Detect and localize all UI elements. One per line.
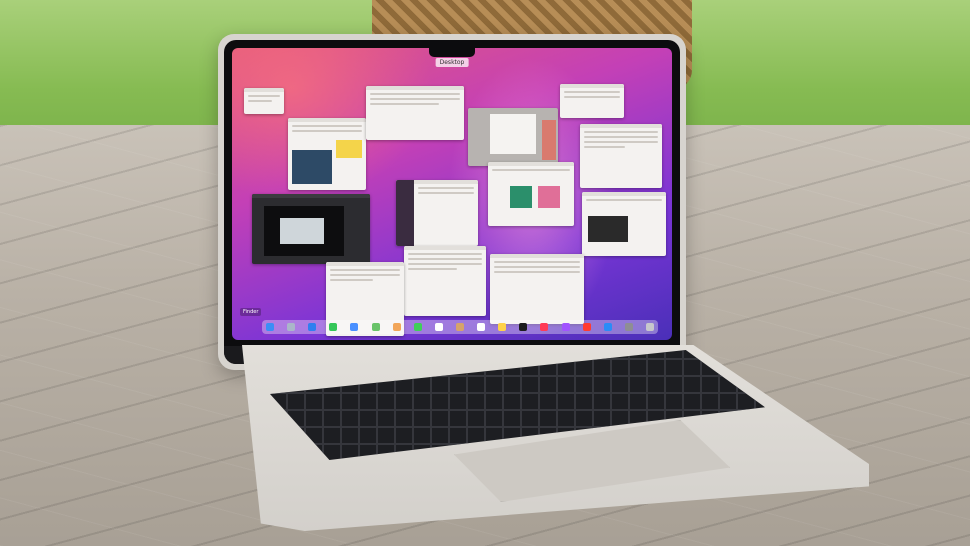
window-thumbnail[interactable] [366,86,464,140]
maps-icon[interactable] [371,323,380,331]
facetime-icon[interactable] [413,323,422,331]
window-thumbnail[interactable] [582,192,666,256]
window-thumbnail[interactable] [244,88,284,114]
window-thumbnail[interactable] [580,124,662,188]
mail-icon[interactable] [350,323,359,331]
finder-label: Finder [240,308,262,316]
camera-notch [429,48,475,57]
finder-icon[interactable] [266,323,274,331]
photos-icon[interactable] [392,323,401,331]
screen-bezel: Desktop Finder [224,40,680,364]
laptop-screen: Desktop Finder [232,48,672,340]
laptop-lid: Desktop Finder [218,34,686,370]
window-thumbnail[interactable] [490,254,584,324]
trash-icon[interactable] [645,323,654,331]
window-thumbnail[interactable] [468,108,558,166]
window-thumbnail[interactable] [404,246,486,316]
window-thumbnail[interactable] [560,84,624,118]
window-thumbnail[interactable] [288,118,366,190]
launchpad-icon[interactable] [287,323,296,331]
messages-icon[interactable] [329,323,338,331]
menubar-label: Desktop [435,58,469,67]
calendar-icon[interactable] [434,323,443,331]
window-thumbnail[interactable] [396,180,478,246]
safari-icon[interactable] [308,323,317,331]
window-thumbnail[interactable] [252,194,370,264]
notes-icon[interactable] [498,323,507,331]
contacts-icon[interactable] [455,323,464,331]
app-store-icon[interactable] [603,323,612,331]
tv-icon[interactable] [519,323,528,331]
photo-scene: Desktop Finder [0,0,970,546]
window-thumbnail[interactable] [488,162,574,226]
podcasts-icon[interactable] [561,323,570,331]
settings-icon[interactable] [624,323,633,331]
music-icon[interactable] [540,323,549,331]
reminders-icon[interactable] [477,323,486,331]
news-icon[interactable] [582,323,591,331]
dock [262,320,658,334]
